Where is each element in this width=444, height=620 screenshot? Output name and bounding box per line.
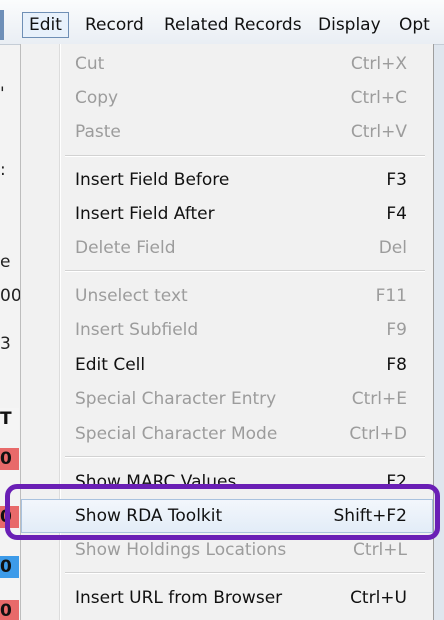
menu-item-insert-field-before[interactable]: Insert Field Before F3 xyxy=(21,163,433,197)
menu-item-label: Cut xyxy=(75,54,105,74)
menu-separator xyxy=(65,270,425,272)
menu-item-shortcut: F9 xyxy=(386,320,407,340)
menu-item-shortcut: Shift+F2 xyxy=(333,506,407,526)
menu-item-label: Insert Subfield xyxy=(75,320,199,340)
underlying-window-strip: ' : e 00 3 T 0 0 0 0 xyxy=(0,44,22,620)
menu-item-label: Insert Field Before xyxy=(75,170,230,190)
menu-item-label: Show RDA Toolkit xyxy=(75,506,223,526)
menu-item-shortcut: F8 xyxy=(386,355,407,375)
menu-item-paste[interactable]: Paste Ctrl+V xyxy=(21,115,433,149)
menu-item-label: Show MARC Values xyxy=(75,472,237,492)
menu-options[interactable]: Opt xyxy=(399,12,430,38)
menu-item-show-rda-toolkit[interactable]: Show RDA Toolkit Shift+F2 xyxy=(21,499,433,533)
strip-cell: 0 xyxy=(0,448,19,470)
menu-item-insert-field-after[interactable]: Insert Field After F4 xyxy=(21,197,433,231)
edit-dropdown-menu: Cut Ctrl+X Copy Ctrl+C Paste Ctrl+V Inse… xyxy=(20,44,434,620)
strip-cell: 0 xyxy=(0,506,19,528)
menu-item-label: Paste xyxy=(75,122,121,142)
menu-item-label: Unselect text xyxy=(75,286,188,306)
menu-edit[interactable]: Edit xyxy=(22,12,69,38)
menu-item-label: Delete Field xyxy=(75,238,176,258)
strip-cell: 0 xyxy=(0,600,19,620)
strip-mark: 3 xyxy=(0,334,11,354)
menu-record[interactable]: Record xyxy=(85,12,144,38)
menu-related-records[interactable]: Related Records xyxy=(164,12,302,38)
menu-item-shortcut: F11 xyxy=(375,286,407,306)
menu-item-shortcut: F4 xyxy=(386,204,407,224)
menu-item-shortcut: Del xyxy=(378,238,407,258)
menu-item-shortcut: Ctrl+V xyxy=(350,122,407,142)
menu-item-edit-cell[interactable]: Edit Cell F8 xyxy=(21,348,433,382)
menu-item-unselect-text[interactable]: Unselect text F11 xyxy=(21,279,433,313)
menu-separator xyxy=(65,456,425,458)
strip-mark: 00 xyxy=(0,286,22,306)
menu-item-special-character-entry[interactable]: Special Character Entry Ctrl+E xyxy=(21,382,433,416)
menu-separator xyxy=(65,572,425,574)
screenshot-root: ' : e 00 3 T 0 0 0 0 Edit Record Related… xyxy=(0,0,444,620)
menubar: Edit Record Related Records Display Opt xyxy=(0,0,444,45)
menu-item-cut[interactable]: Cut Ctrl+X xyxy=(21,47,433,81)
menu-item-label: Special Character Entry xyxy=(75,389,277,409)
menu-display[interactable]: Display xyxy=(318,12,381,38)
strip-cell: 0 xyxy=(0,556,19,578)
menu-item-label: Copy xyxy=(75,88,119,108)
strip-mark: e xyxy=(0,252,11,272)
menu-item-shortcut: F3 xyxy=(386,170,407,190)
strip-mark: ' xyxy=(0,84,5,104)
menu-item-copy[interactable]: Copy Ctrl+C xyxy=(21,81,433,115)
menu-item-insert-url-from-browser[interactable]: Insert URL from Browser Ctrl+U xyxy=(21,581,433,615)
menu-item-special-character-mode[interactable]: Special Character Mode Ctrl+D xyxy=(21,417,433,451)
strip-cell: T xyxy=(0,408,19,430)
menubar-edge xyxy=(0,10,4,40)
menu-item-shortcut: Ctrl+E xyxy=(351,389,407,409)
menu-item-label: Special Character Mode xyxy=(75,424,278,444)
menu-item-shortcut: Ctrl+L xyxy=(353,540,407,560)
menu-item-label: Insert Field After xyxy=(75,204,215,224)
strip-mark: : xyxy=(0,160,6,180)
menu-separator xyxy=(65,155,425,157)
menu-item-label: Edit Cell xyxy=(75,355,146,375)
menu-item-label: Insert URL from Browser xyxy=(75,588,283,608)
menu-item-shortcut: F2 xyxy=(386,472,407,492)
menu-item-insert-subfield[interactable]: Insert Subfield F9 xyxy=(21,313,433,347)
menu-item-show-holdings-locations[interactable]: Show Holdings Locations Ctrl+L xyxy=(21,533,433,567)
menu-item-shortcut: Ctrl+U xyxy=(350,588,407,608)
menu-item-shortcut: Ctrl+X xyxy=(350,54,407,74)
menu-item-delete-field[interactable]: Delete Field Del xyxy=(21,231,433,265)
menu-item-show-marc-values[interactable]: Show MARC Values F2 xyxy=(21,465,433,499)
menu-item-shortcut: Ctrl+C xyxy=(350,88,407,108)
menu-item-shortcut: Ctrl+D xyxy=(349,424,407,444)
menu-item-label: Show Holdings Locations xyxy=(75,540,287,560)
